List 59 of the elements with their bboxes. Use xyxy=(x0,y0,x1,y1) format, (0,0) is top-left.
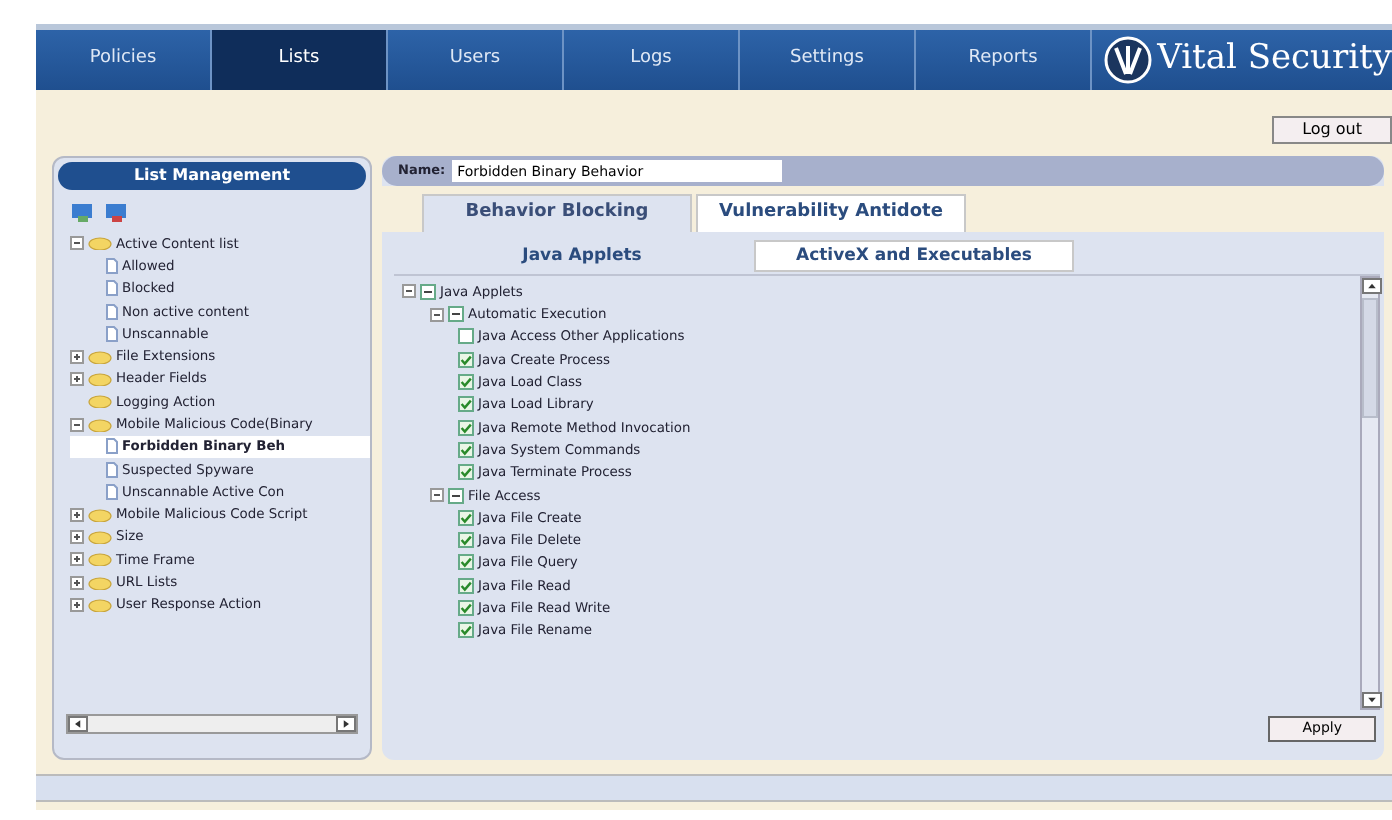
remove-list-icon[interactable] xyxy=(104,202,130,224)
expand-icon[interactable] xyxy=(70,552,84,567)
checkbox[interactable] xyxy=(458,622,474,639)
tab[interactable]: Vulnerability Antidote xyxy=(696,194,966,231)
scroll-up-icon[interactable] xyxy=(1362,278,1382,295)
expand-icon[interactable] xyxy=(70,597,84,612)
nav-tab[interactable]: Settings xyxy=(740,30,916,90)
checkbox[interactable] xyxy=(458,419,474,436)
scroll-down-icon[interactable] xyxy=(1362,692,1382,709)
checkbox[interactable] xyxy=(458,554,474,571)
checkbox[interactable] xyxy=(458,532,474,549)
scroll-left-icon[interactable] xyxy=(68,716,88,732)
expand-icon[interactable] xyxy=(70,575,84,590)
horizontal-scrollbar[interactable] xyxy=(66,714,358,734)
folder-icon xyxy=(88,349,112,364)
brand-name: Vital Security xyxy=(1157,36,1392,83)
collapse-icon[interactable] xyxy=(430,307,444,322)
nav-tab[interactable]: Reports xyxy=(916,30,1092,90)
collapse-icon[interactable] xyxy=(70,417,84,432)
checkbox[interactable] xyxy=(458,441,474,458)
logo-icon xyxy=(1103,36,1152,84)
expand-icon[interactable] xyxy=(70,349,84,364)
checkbox[interactable] xyxy=(458,351,474,368)
checkbox[interactable] xyxy=(458,464,474,481)
tab[interactable]: Behavior Blocking xyxy=(422,194,692,231)
checkbox[interactable] xyxy=(458,396,474,413)
expand-icon[interactable] xyxy=(70,371,84,386)
nav-tab[interactable]: Users xyxy=(388,30,564,90)
folder-icon xyxy=(88,371,112,386)
nav-tab[interactable]: Logs xyxy=(564,30,740,90)
checkbox[interactable] xyxy=(458,374,474,391)
checkbox[interactable] xyxy=(458,600,474,617)
scroll-right-icon[interactable] xyxy=(336,716,356,732)
expand-icon[interactable] xyxy=(70,530,84,544)
vertical-scrollbar[interactable] xyxy=(1360,276,1380,711)
expand-icon[interactable] xyxy=(70,507,84,522)
checkbox[interactable] xyxy=(458,577,474,594)
logout-button[interactable]: Log out xyxy=(1272,116,1392,144)
collapse-icon[interactable] xyxy=(430,488,444,503)
collapse-icon[interactable] xyxy=(402,284,416,299)
folder-icon xyxy=(88,597,112,612)
add-list-icon[interactable] xyxy=(70,202,96,224)
folder-icon xyxy=(88,236,112,251)
nav-tab[interactable]: Lists xyxy=(212,30,388,90)
folder-icon xyxy=(88,417,112,432)
tab[interactable]: ActiveX and Executables xyxy=(754,239,1074,273)
checkbox[interactable] xyxy=(420,283,436,300)
folder-icon xyxy=(88,507,112,522)
folder-icon xyxy=(88,552,112,567)
checkbox[interactable] xyxy=(458,509,474,526)
folder-icon xyxy=(88,530,112,544)
collapse-icon[interactable] xyxy=(70,236,84,251)
folder-icon xyxy=(88,575,112,590)
checkbox[interactable] xyxy=(448,306,464,323)
checkbox[interactable] xyxy=(458,328,474,345)
scroll-thumb[interactable] xyxy=(1362,298,1378,419)
checkbox[interactable] xyxy=(448,487,464,504)
panel-title: List Management xyxy=(58,162,366,190)
folder-icon xyxy=(88,394,112,409)
